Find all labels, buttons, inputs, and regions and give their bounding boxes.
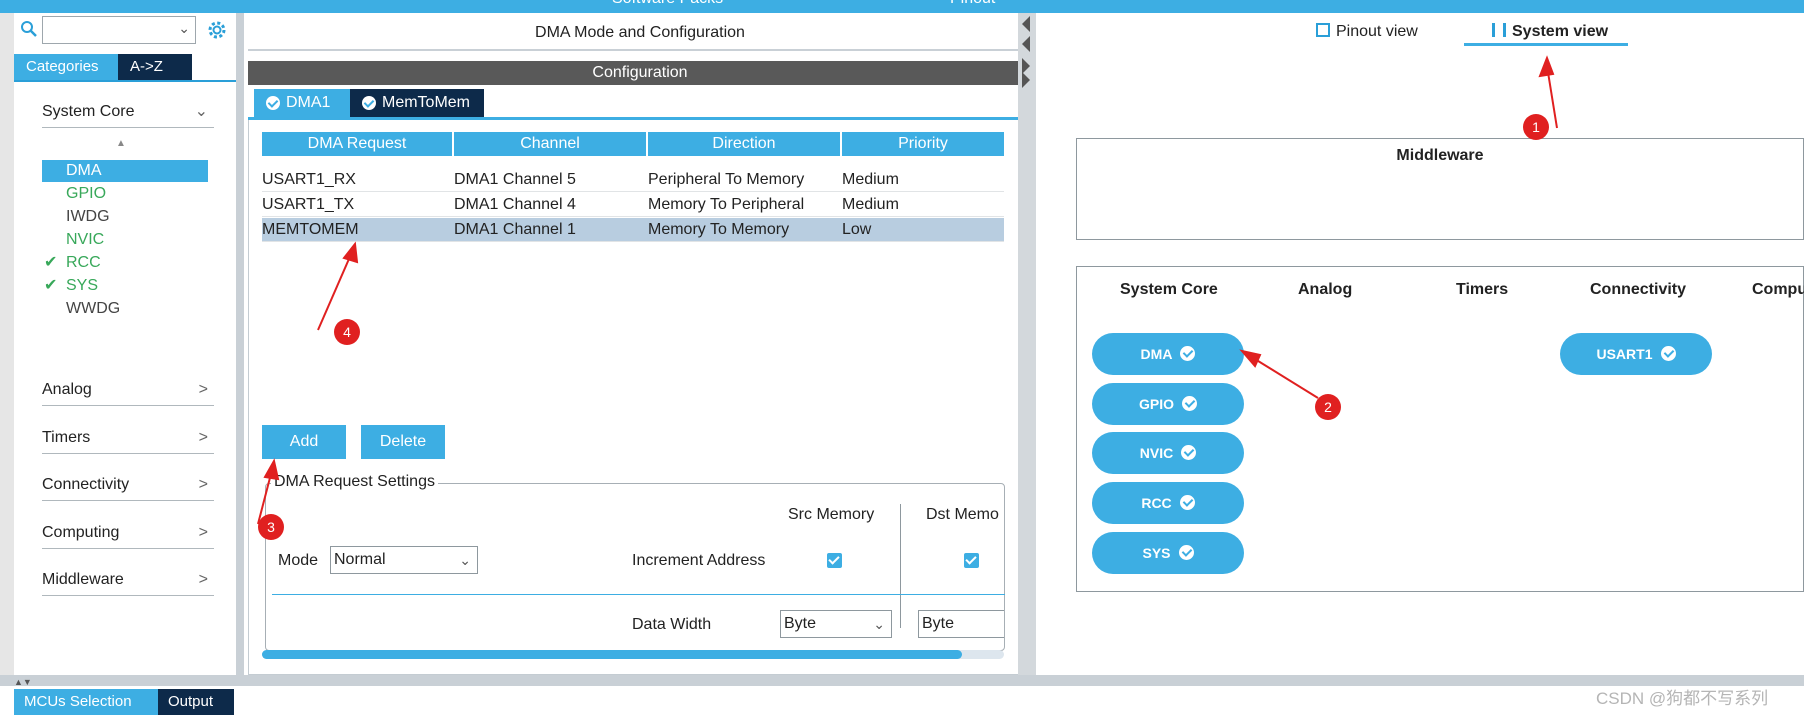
mode-select[interactable]: Normal ⌄	[330, 546, 478, 574]
chip-icon	[1316, 23, 1330, 37]
pill-sys[interactable]: SYS	[1092, 532, 1244, 574]
search-input[interactable]: ⌄	[42, 16, 196, 44]
tab-underline	[1464, 43, 1628, 46]
search-icon	[20, 20, 38, 43]
collapse-arrows-icon[interactable]: ▲▼	[14, 677, 32, 687]
annotation-badge-3: 3	[258, 514, 284, 540]
check-icon: ✔	[44, 277, 58, 294]
section-middleware[interactable]: Middleware >	[42, 566, 214, 596]
section-timers[interactable]: Timers >	[42, 424, 214, 454]
sidebar-item-dma[interactable]: DMA	[42, 160, 208, 182]
dst-increment-checkbox[interactable]	[964, 553, 979, 568]
pinout-menu[interactable]: Pinout	[950, 0, 995, 8]
table-row[interactable]: USART1_RX DMA1 Channel 5 Peripheral To M…	[262, 168, 1004, 192]
check-circle-icon	[1182, 395, 1197, 411]
gear-icon[interactable]	[206, 19, 228, 46]
tab-memtomem[interactable]: MemToMem	[350, 89, 484, 117]
pill-nvic[interactable]: NVIC	[1092, 432, 1244, 474]
sort-icon[interactable]: ▲	[116, 138, 126, 149]
software-packs-menu[interactable]: Software Packs	[612, 0, 723, 8]
section-system-core[interactable]: System Core ⌄	[42, 98, 214, 128]
dst-data-width-select[interactable]: Byte	[918, 610, 1004, 638]
tab-output[interactable]: Output	[158, 689, 234, 715]
table-row[interactable]: USART1_TX DMA1 Channel 4 Memory To Perip…	[262, 193, 1004, 217]
column-header-direction[interactable]: Direction	[648, 132, 840, 156]
chevron-down-icon: ⌄	[194, 103, 208, 120]
configuration-header: Configuration	[248, 61, 1032, 85]
annotation-badge-1: 1	[1523, 114, 1549, 140]
data-width-label: Data Width	[632, 616, 712, 633]
check-circle-icon	[1181, 444, 1197, 460]
sidebar-item-sys[interactable]: ✔ SYS	[42, 275, 208, 297]
sidebar-item-wwdg[interactable]: WWDG	[42, 298, 208, 320]
delete-button[interactable]: Delete	[361, 425, 445, 459]
tab-pinout-view[interactable]: Pinout view	[1316, 23, 1418, 41]
chevron-right-icon: >	[198, 476, 208, 493]
expand-right-icon[interactable]	[1022, 72, 1030, 88]
pill-rcc[interactable]: RCC	[1092, 482, 1244, 524]
section-connectivity[interactable]: Connectivity >	[42, 471, 214, 501]
chevron-down-icon: ⌄	[873, 616, 885, 632]
column-connectivity: Connectivity	[1590, 281, 1687, 298]
pill-usart1[interactable]: USART1	[1560, 333, 1712, 375]
column-header-priority[interactable]: Priority	[842, 132, 1004, 156]
sidebar-item-nvic[interactable]: NVIC	[42, 229, 208, 251]
tab-a-to-z[interactable]: A->Z	[118, 54, 192, 80]
src-increment-checkbox[interactable]	[827, 553, 842, 568]
tab-dma1[interactable]: DMA1	[254, 89, 350, 117]
column-analog: Analog	[1298, 281, 1353, 298]
tab-underline	[14, 80, 236, 82]
grid-icon	[1492, 23, 1506, 37]
tab-categories[interactable]: Categories	[14, 54, 118, 80]
panel-title: DMA Mode and Configuration	[248, 15, 1032, 51]
panel-splitter[interactable]	[1018, 13, 1036, 675]
chevron-right-icon: >	[198, 524, 208, 541]
dst-memory-label: Dst Memo	[926, 506, 999, 523]
check-circle-icon	[1180, 345, 1196, 361]
column-computing: Compu	[1752, 281, 1804, 298]
chevron-down-icon: ⌄	[459, 552, 471, 568]
table-row-selected[interactable]: MEMTOMEM DMA1 Channel 1 Memory To Memory…	[262, 218, 1004, 242]
check-circle-icon	[1660, 345, 1676, 361]
middleware-title: Middleware	[1396, 147, 1484, 164]
collapse-left-icon[interactable]	[1022, 16, 1030, 32]
mode-label: Mode	[278, 552, 319, 569]
check-circle-icon	[266, 96, 280, 110]
settings-separator	[272, 594, 1005, 595]
check-circle-icon	[1178, 544, 1194, 560]
check-icon: ✔	[44, 254, 58, 271]
sidebar-item-iwdg[interactable]: IWDG	[42, 206, 208, 228]
chevron-right-icon: >	[198, 381, 208, 398]
annotation-badge-4: 4	[334, 319, 360, 345]
bottom-bar	[0, 675, 1804, 715]
src-memory-label: Src Memory	[788, 506, 875, 523]
settings-legend: DMA Request Settings	[271, 473, 438, 491]
increment-address-label: Increment Address	[632, 552, 766, 569]
tab-system-view[interactable]: System view	[1492, 23, 1608, 41]
top-menu-strip: Software Packs Pinout	[0, 0, 1804, 13]
column-header-channel[interactable]: Channel	[454, 132, 646, 156]
chevron-right-icon: >	[198, 429, 208, 446]
annotation-badge-2: 2	[1315, 394, 1341, 420]
collapse-left-icon[interactable]	[1022, 36, 1030, 52]
column-system-core: System Core	[1120, 281, 1218, 298]
pill-dma[interactable]: DMA	[1092, 333, 1244, 375]
sidebar-item-rcc[interactable]: ✔ RCC	[42, 252, 208, 274]
pill-gpio[interactable]: GPIO	[1092, 383, 1244, 425]
check-circle-icon	[362, 96, 376, 110]
chevron-down-icon[interactable]: ⌄	[178, 20, 190, 37]
column-timers: Timers	[1456, 281, 1509, 298]
scrollbar-thumb[interactable]	[262, 650, 962, 659]
section-analog[interactable]: Analog >	[42, 376, 214, 406]
src-data-width-select[interactable]: Byte ⌄	[780, 610, 892, 638]
settings-divider	[900, 504, 901, 628]
sidebar-item-gpio[interactable]: GPIO	[42, 183, 208, 205]
watermark: CSDN @狗都不写系列	[1596, 689, 1769, 708]
tab-mcus-selection[interactable]: MCUs Selection	[14, 689, 158, 715]
column-header-dma-request[interactable]: DMA Request	[262, 132, 452, 156]
check-circle-icon	[1179, 494, 1195, 510]
section-computing[interactable]: Computing >	[42, 519, 214, 549]
add-button[interactable]: Add	[262, 425, 346, 459]
chevron-right-icon: >	[198, 571, 208, 588]
